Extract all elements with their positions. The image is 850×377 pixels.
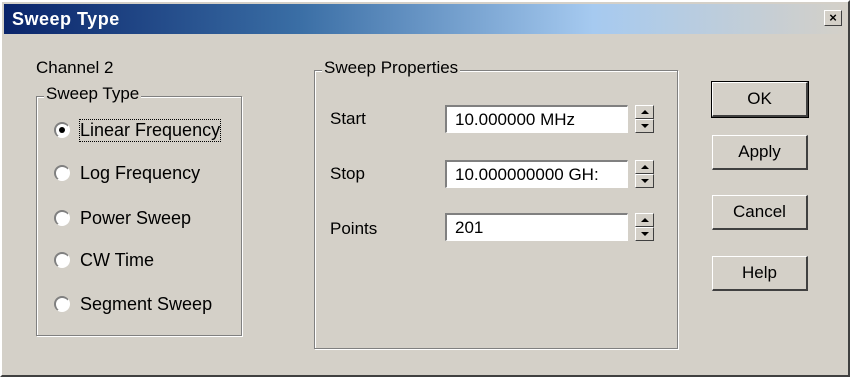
spin-down-button[interactable] xyxy=(635,119,654,133)
channel-label: Channel 2 xyxy=(36,58,114,77)
radio-icon[interactable] xyxy=(54,210,70,226)
radio-label: CW Time xyxy=(80,250,154,270)
ok-button[interactable]: OK xyxy=(711,81,809,118)
arrow-down-icon xyxy=(641,124,649,128)
stop-spinner[interactable] xyxy=(635,160,654,188)
spin-up-button[interactable] xyxy=(635,160,654,174)
arrow-up-icon xyxy=(641,218,649,222)
arrow-up-icon xyxy=(641,110,649,114)
radio-icon[interactable] xyxy=(54,122,70,138)
radio-icon[interactable] xyxy=(54,296,70,312)
close-icon: × xyxy=(829,10,837,25)
radio-label: Power Sweep xyxy=(80,208,192,228)
spin-down-button[interactable] xyxy=(635,174,654,188)
sweep-type-legend: Sweep Type xyxy=(44,84,142,104)
cancel-button[interactable]: Cancel xyxy=(712,195,808,230)
stop-label: Stop xyxy=(330,164,365,183)
arrow-down-icon xyxy=(641,179,649,183)
arrow-up-icon xyxy=(641,165,649,169)
start-spinner[interactable] xyxy=(635,105,654,133)
spin-up-button[interactable] xyxy=(635,213,654,227)
radio-icon[interactable] xyxy=(54,252,70,268)
start-label: Start xyxy=(330,109,366,128)
radio-label: Linear Frequency xyxy=(78,119,222,142)
help-button[interactable]: Help xyxy=(712,256,808,291)
arrow-down-icon xyxy=(641,232,649,236)
sweep-type-dialog: Sweep Type × Channel 2 Sweep Type Linear… xyxy=(0,0,850,377)
points-field[interactable]: 201 xyxy=(445,213,628,241)
points-label: Points xyxy=(330,219,378,238)
sweep-properties-legend: Sweep Properties xyxy=(322,58,461,78)
spin-up-button[interactable] xyxy=(635,105,654,119)
title-bar[interactable]: Sweep Type × xyxy=(4,4,846,34)
stop-field[interactable]: 10.000000000 GH: xyxy=(445,160,628,188)
radio-label: Log Frequency xyxy=(80,163,201,183)
radio-label: Segment Sweep xyxy=(80,294,213,314)
window-title: Sweep Type xyxy=(12,9,120,29)
apply-button[interactable]: Apply xyxy=(712,135,808,170)
close-button[interactable]: × xyxy=(824,10,842,26)
spin-down-button[interactable] xyxy=(635,227,654,241)
points-spinner[interactable] xyxy=(635,213,654,241)
start-field[interactable]: 10.000000 MHz xyxy=(445,105,628,133)
radio-icon[interactable] xyxy=(54,165,70,181)
